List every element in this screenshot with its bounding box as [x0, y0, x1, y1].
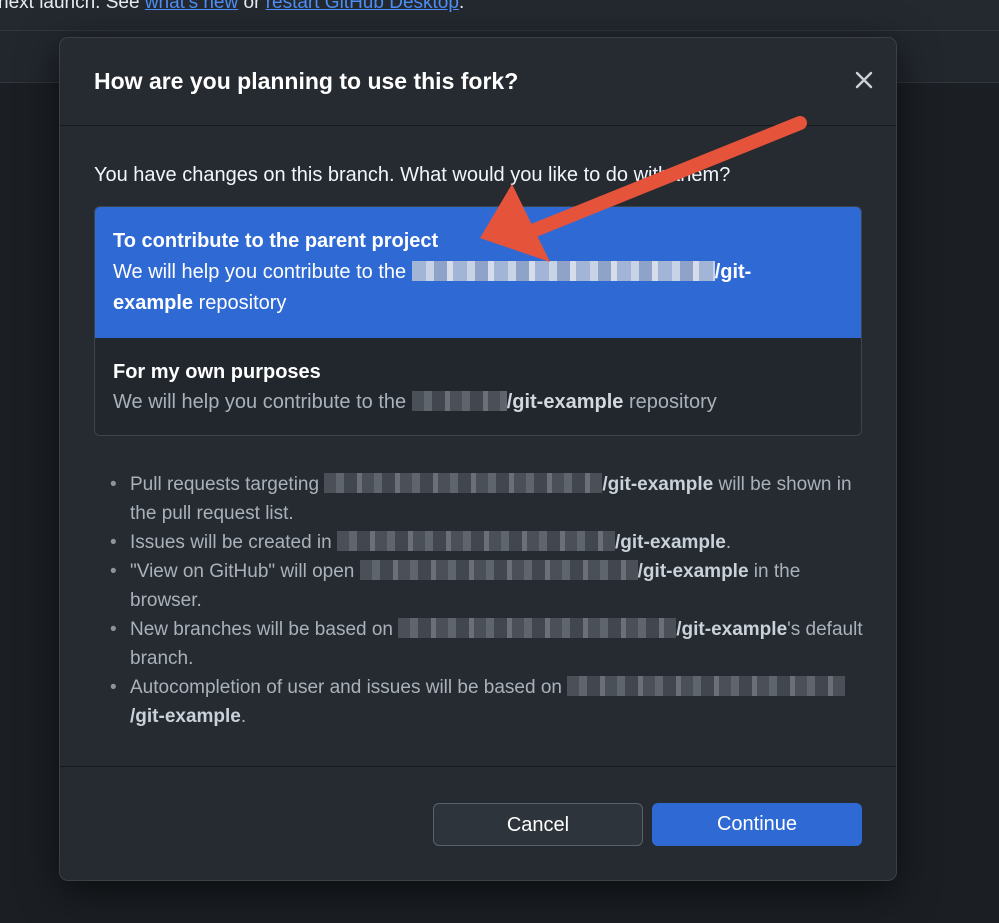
bullet-prefix: "View on GitHub" will open [130, 561, 360, 582]
option-title: For my own purposes [113, 361, 321, 383]
update-banner-text: next launch. See what's new or restart G… [0, 0, 464, 14]
list-item: Issues will be created in /git-example. [110, 528, 870, 557]
dialog-header: How are you planning to use this fork? [60, 38, 896, 126]
bullet-prefix: Issues will be created in [130, 532, 337, 553]
list-item: Pull requests targeting /git-example wil… [110, 470, 870, 528]
banner-prefix: next launch. See [0, 0, 145, 13]
redacted-owner [359, 560, 638, 580]
option-desc-prefix: We will help you contribute to the [113, 391, 412, 413]
bullet-repo-name: /git-example [676, 619, 788, 640]
bullet-prefix: New branches will be based on [130, 619, 399, 640]
option-title: To contribute to the parent project [113, 230, 439, 252]
banner-suffix: . [458, 0, 465, 13]
fork-behavior-list: Pull requests targeting /git-example wil… [108, 470, 870, 731]
close-button[interactable] [852, 68, 876, 92]
redacted-owner [411, 261, 715, 281]
update-banner: next launch. See what's new or restart G… [0, 0, 999, 31]
bullet-prefix: Pull requests targeting [130, 474, 325, 495]
cancel-button[interactable]: Cancel [433, 803, 643, 846]
bullet-repo-name: /git-example [602, 474, 714, 495]
option-description: We will help you contribute to the /git-… [113, 257, 813, 319]
fork-usage-dialog: How are you planning to use this fork? Y… [59, 37, 897, 881]
option-desc-prefix: We will help you contribute to the [113, 261, 412, 283]
option-repo-name: /git-example [506, 391, 624, 413]
bullet-prefix: Autocompletion of user and issues will b… [130, 677, 568, 698]
list-item: Autocompletion of user and issues will b… [110, 673, 870, 731]
bullet-suffix: . [240, 706, 247, 727]
option-desc-suffix: repository [193, 292, 287, 314]
dialog-footer: Cancel Continue [60, 766, 896, 882]
option-own-purposes[interactable]: For my own purposes We will help you con… [95, 338, 861, 435]
restart-link[interactable]: restart GitHub Desktop [266, 0, 459, 13]
fork-options-list: To contribute to the parent project We w… [94, 206, 862, 436]
continue-button[interactable]: Continue [652, 803, 862, 846]
redacted-owner [337, 531, 615, 551]
bullet-suffix: . [725, 532, 732, 553]
redacted-owner [324, 473, 603, 493]
whats-new-link[interactable]: what's new [145, 0, 238, 13]
redacted-owner [398, 618, 677, 638]
banner-middle: or [238, 0, 266, 13]
option-description: We will help you contribute to the /git-… [113, 387, 717, 418]
redacted-owner [411, 391, 507, 411]
close-icon [855, 71, 873, 89]
list-item: New branches will be based on /git-examp… [110, 615, 870, 673]
redacted-owner [567, 676, 846, 696]
list-item: "View on GitHub" will open /git-example … [110, 557, 870, 615]
bullet-repo-name: /git-example [130, 706, 241, 727]
dialog-title: How are you planning to use this fork? [94, 68, 519, 94]
bullet-repo-name: /git-example [615, 532, 726, 553]
dialog-question: You have changes on this branch. What wo… [94, 164, 731, 186]
bullet-repo-name: /git-example [637, 561, 749, 582]
option-contribute-parent[interactable]: To contribute to the parent project We w… [95, 207, 861, 338]
option-desc-suffix: repository [623, 391, 717, 413]
